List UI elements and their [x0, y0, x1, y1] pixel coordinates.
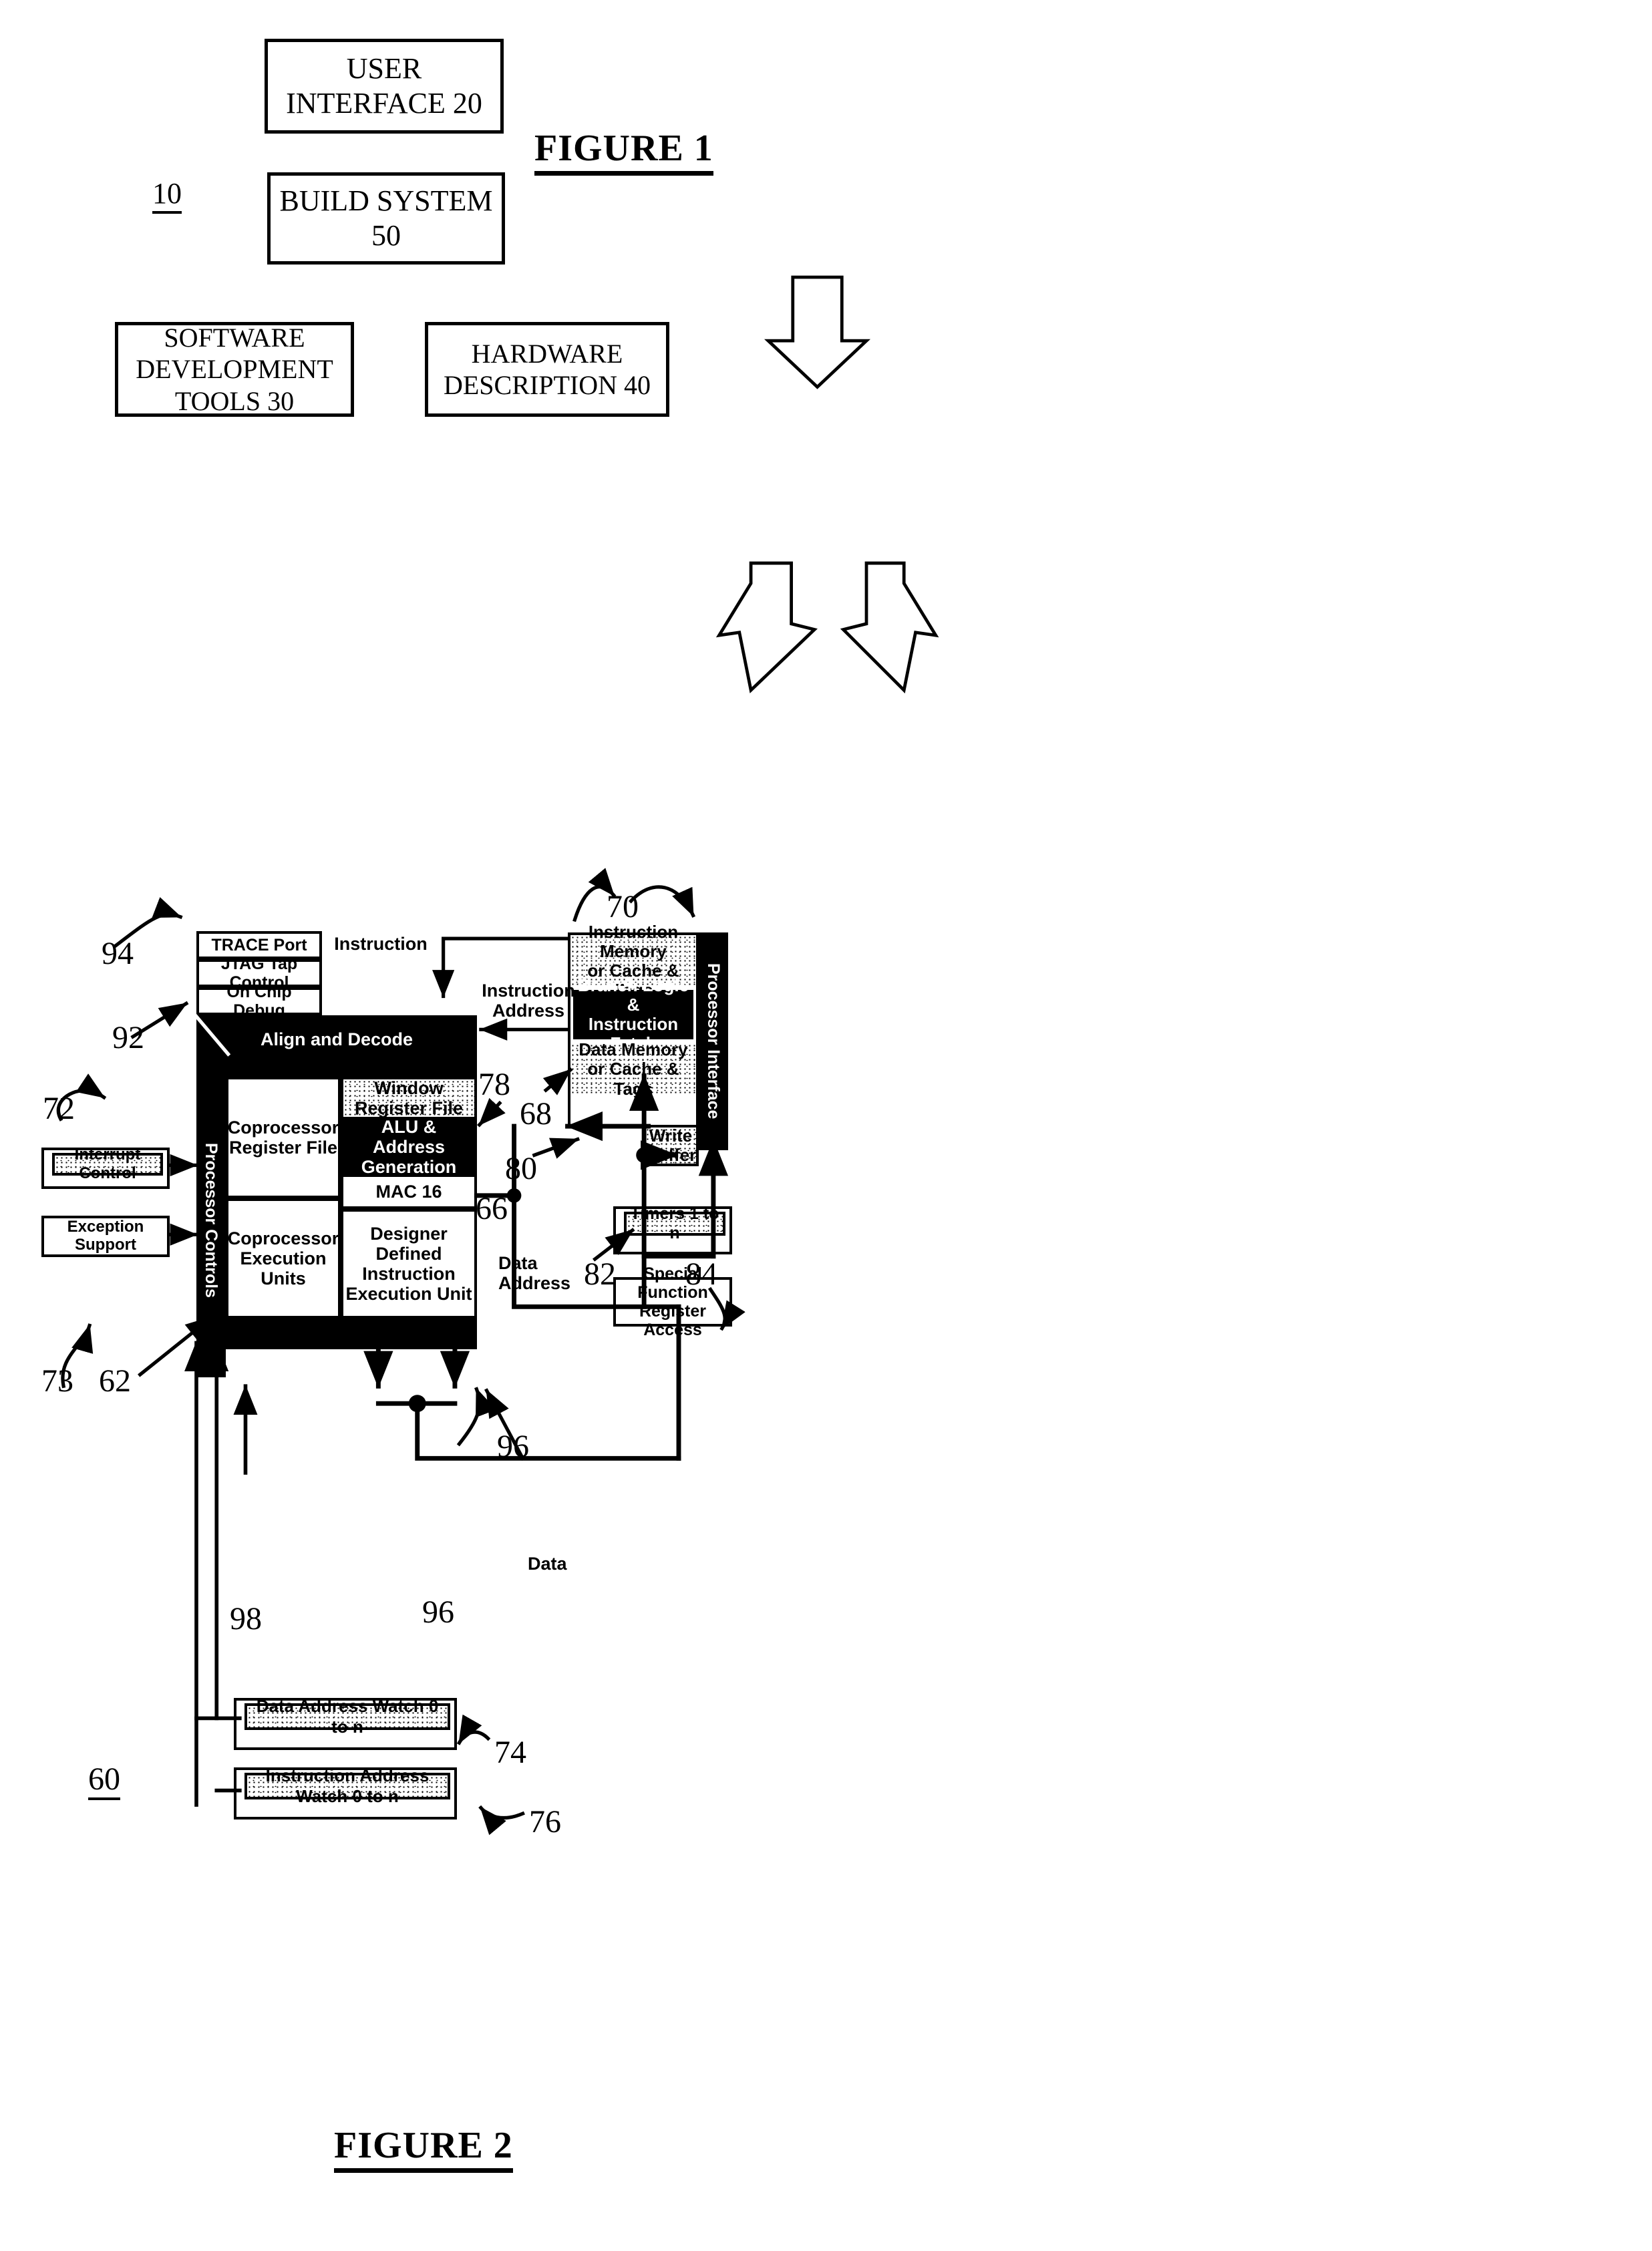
block-designer-defined-instruction-execution-unit: Designer Defined Instruction Execution Uni…	[341, 1209, 477, 1319]
junction-66	[506, 1188, 522, 1203]
ref-76: 76	[529, 1804, 561, 1840]
leader-74	[456, 1714, 491, 1745]
block-window-register-file-text: Window Register File	[354, 1077, 464, 1118]
block-alu-address-generation-text: ALU & Address Generation	[361, 1116, 457, 1178]
block-data-memory-text: Data Memory or Cache & Tags	[579, 1039, 688, 1099]
label-data-address: Data Address	[498, 1253, 572, 1293]
block-instruction-address-watch: Instruction Address Watch 0 to n	[234, 1765, 457, 1820]
ref-60: 60	[88, 1761, 120, 1800]
label-instruction-address-text: Instruction Address	[482, 981, 575, 1021]
ref-96-bottom: 96	[422, 1594, 454, 1630]
leader-80	[532, 1137, 581, 1159]
ref-96-right: 96	[497, 1429, 529, 1464]
block-interrupt-control: Interrupt Control	[41, 1146, 170, 1189]
label-data: Data	[528, 1554, 567, 1574]
ref-94: 94	[102, 936, 134, 971]
leader-78	[477, 1097, 506, 1128]
label-data-address-text: Data Address	[498, 1253, 571, 1294]
block-window-register-file: Window Register File	[341, 1077, 477, 1119]
label-instruction-address: Instruction Address	[478, 981, 579, 1021]
figure1-title: FIGURE 1	[534, 127, 713, 176]
block-designer-defined-text: Designer Defined Instruction Execution Uni…	[345, 1223, 472, 1305]
ref-82: 82	[584, 1256, 616, 1292]
figure1-box-software-tools: SOFTWARE DEVELOPMENT TOOLS 30	[115, 322, 354, 417]
block-coprocessor-register-file-text: Coprocessor Register File	[227, 1117, 339, 1158]
block-alu-address-generation: ALU & Address Generation	[341, 1117, 477, 1177]
block-align-and-decode: Align and Decode	[196, 1015, 477, 1063]
block-processor-interface: Processor Interface	[699, 932, 728, 1150]
block-exception-support: Exception Support	[41, 1216, 170, 1257]
leader-96-bottom	[456, 1387, 496, 1447]
figure1-box-build-system-text: BUILD SYSTEM 50	[279, 184, 493, 252]
figure1-box-hardware-description-text: HARDWARE DESCRIPTION 40	[443, 338, 651, 400]
block-processor-controls: Processor Controls	[196, 1063, 226, 1377]
interrupt-control-label: Interrupt Control	[52, 1146, 163, 1182]
block-timers: Timers 1 to n	[613, 1204, 732, 1254]
ref-92: 92	[112, 1020, 144, 1055]
figure2-title: FIGURE 2	[334, 2124, 513, 2173]
block-branch-logic-instruction-fetch: Branch Logic &Instruction Fetch	[573, 975, 693, 1053]
instruction-address-watch-label: Instruction Address Watch 0 to n	[244, 1765, 450, 1806]
ref-68: 68	[520, 1096, 552, 1132]
leader-76	[478, 1805, 525, 1836]
block-mac16: MAC 16	[341, 1174, 477, 1209]
ref-62: 62	[99, 1363, 131, 1399]
label-instruction: Instruction	[334, 934, 428, 954]
ref-66: 66	[476, 1191, 508, 1226]
figure1-box-user-interface: USER INTERFACE 20	[265, 39, 504, 134]
block-write-buffer-text: Write Buffer	[645, 1125, 697, 1165]
wire-data-bus	[415, 1401, 681, 1461]
ref-73: 73	[41, 1363, 73, 1399]
ref-78: 78	[478, 1067, 510, 1102]
fig1-arrow-build-to-software	[715, 561, 818, 693]
fig1-arrow-ui-to-build	[764, 275, 871, 389]
block-coprocessor-execution-units: Coprocessor Execution Units	[226, 1198, 341, 1319]
block-on-chip-debug: On Chip Debug	[196, 983, 322, 1020]
timers-label: Timers 1 to n	[624, 1204, 725, 1242]
figure1-box-software-tools-text: SOFTWARE DEVELOPMENT TOOLS 30	[136, 323, 333, 416]
patent-drawing-sheet: USER INTERFACE 20 BUILD SYSTEM 50 SOFTWARE…	[0, 0, 1652, 2251]
ref-80: 80	[505, 1151, 537, 1186]
ref-98: 98	[230, 1601, 262, 1636]
fig1-arrow-build-to-hardware	[840, 561, 939, 694]
ref-70: 70	[607, 889, 639, 924]
figure1-box-hardware-description: HARDWARE DESCRIPTION 40	[425, 322, 669, 417]
block-data-address-watch: Data Address Watch 0 to n	[234, 1696, 457, 1750]
figure1-system-ref: 10	[152, 176, 182, 214]
block-data-memory: Data Memory or Cache & Tags	[570, 1039, 696, 1099]
figure1-box-user-interface-text: USER INTERFACE 20	[286, 52, 482, 120]
figure1-box-build-system: BUILD SYSTEM 50	[267, 172, 505, 265]
block-coprocessor-execution-units-text: Coprocessor Execution Units	[227, 1228, 339, 1289]
leader-70-right	[628, 885, 696, 918]
ref-84: 84	[685, 1256, 717, 1292]
data-address-watch-label: Data Address Watch 0 to n	[244, 1696, 450, 1737]
ref-72: 72	[43, 1091, 75, 1126]
block-write-buffer: Write Buffer	[643, 1125, 699, 1166]
ref-74: 74	[494, 1735, 526, 1770]
leader-68	[542, 1067, 573, 1095]
block-coprocessor-register-file: Coprocessor Register File	[226, 1077, 341, 1198]
junction-98	[408, 1395, 426, 1413]
